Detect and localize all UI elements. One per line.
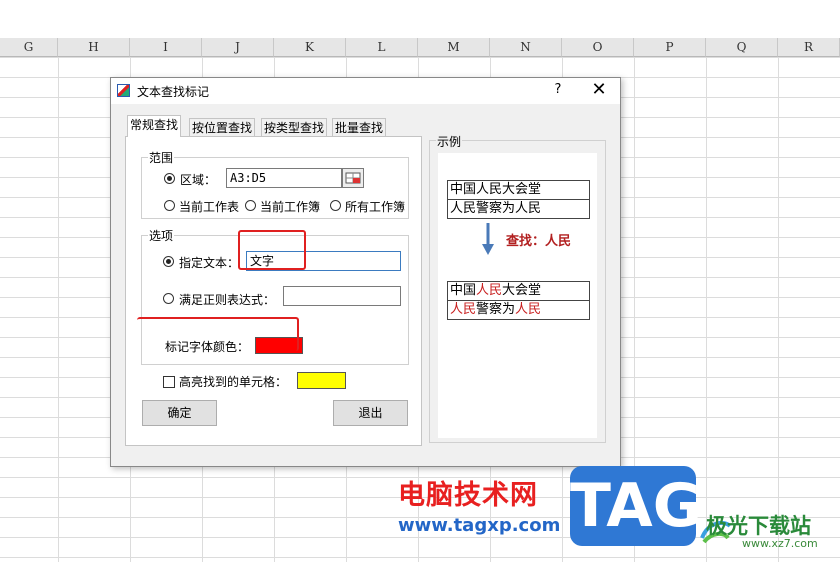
example-after-row-1-a: 中国 xyxy=(450,283,477,298)
column-header-l[interactable]: L xyxy=(346,38,418,57)
example-preview: 中国人民大会堂 人民警察为人民 查找：人民 中国人民大会堂 人民警察为人民 xyxy=(438,153,597,438)
current-sheet-radio[interactable] xyxy=(164,200,175,211)
column-header-h[interactable]: H xyxy=(58,38,130,57)
current-book-label: 当前工作簿 xyxy=(260,200,321,214)
regex-radio[interactable] xyxy=(163,293,174,304)
column-header-i[interactable]: I xyxy=(130,38,202,57)
column-header-o[interactable]: O xyxy=(562,38,634,57)
range-legend: 范围 xyxy=(148,149,175,166)
current-book-radio[interactable] xyxy=(245,200,256,211)
column-header-k[interactable]: K xyxy=(274,38,346,57)
annotation-box-text-input xyxy=(238,230,306,270)
annotation-box-mark-color xyxy=(137,317,299,351)
down-arrow-icon xyxy=(482,223,494,255)
example-after-row-2-a: 人民 xyxy=(450,302,477,317)
all-books-radio[interactable] xyxy=(330,200,341,211)
column-header-g[interactable]: G xyxy=(0,38,58,57)
current-sheet-label: 当前工作表 xyxy=(179,200,240,214)
regex-input[interactable] xyxy=(283,286,401,306)
example-after-row-1-c: 大会堂 xyxy=(502,283,542,298)
app-icon xyxy=(117,84,130,97)
watermark-site-cn: 电脑技术网 xyxy=(398,480,538,511)
regex-label: 满足正则表达式： xyxy=(179,293,276,307)
select-range-icon[interactable] xyxy=(342,168,364,188)
column-header-j[interactable]: J xyxy=(202,38,274,57)
example-group: 示例 中国人民大会堂 人民警察为人民 查找：人民 中国人民大会堂 人民警察为人民 xyxy=(429,133,606,443)
general-find-panel: 范围 区域： A3:D5 当前工作表 当前工作簿 所有工作簿 选项 指定文本： … xyxy=(125,136,422,446)
range-group: 范围 区域： A3:D5 当前工作表 当前工作簿 所有工作簿 xyxy=(141,149,409,219)
dialog-titlebar[interactable]: 文本查找标记 ? ✕ xyxy=(111,78,620,104)
exit-button[interactable]: 退出 xyxy=(333,400,408,426)
highlight-checkbox[interactable] xyxy=(163,376,175,388)
example-after-row-1-b: 人民 xyxy=(476,283,503,298)
example-after-row-2-c: 人民 xyxy=(515,302,542,317)
example-before-row-1: 中国人民大会堂 xyxy=(447,180,590,200)
example-after-row-2: 人民警察为人民 xyxy=(447,300,590,320)
watermark-brand: 极光下载站 xyxy=(706,514,811,538)
highlight-label: 高亮找到的单元格： xyxy=(179,375,288,389)
column-header-m[interactable]: M xyxy=(418,38,490,57)
area-label: 区域： xyxy=(180,173,217,187)
example-after-row-2-b: 警察为 xyxy=(476,302,516,317)
specify-text-radio[interactable] xyxy=(163,256,174,267)
specify-text-label: 指定文本： xyxy=(179,256,240,270)
column-header-r[interactable]: R xyxy=(778,38,840,57)
ok-button[interactable]: 确定 xyxy=(142,400,217,426)
tab-general-find[interactable]: 常规查找 xyxy=(127,115,182,137)
top-blank-area xyxy=(0,0,840,39)
options-legend: 选项 xyxy=(148,227,175,244)
column-header-p[interactable]: P xyxy=(634,38,706,57)
dialog-title: 文本查找标记 xyxy=(137,85,210,99)
help-button[interactable]: ? xyxy=(548,82,568,97)
example-after-row-1: 中国人民大会堂 xyxy=(447,281,590,301)
watermark-site-url: www.tagxp.com xyxy=(398,515,561,536)
example-before-row-2: 人民警察为人民 xyxy=(447,199,590,219)
example-before-table: 中国人民大会堂 人民警察为人民 xyxy=(447,180,590,219)
tab-find-by-position[interactable]: 按位置查找 xyxy=(189,118,256,136)
watermark-tag-logo: TAG xyxy=(570,466,702,546)
highlight-color-swatch[interactable] xyxy=(297,372,346,389)
tab-batch-find[interactable]: 批量查找 xyxy=(332,118,387,136)
area-radio[interactable] xyxy=(164,173,175,184)
text-find-mark-dialog: 文本查找标记 ? ✕ 常规查找 按位置查找 按类型查找 批量查找 范围 区域： … xyxy=(110,77,621,467)
example-legend: 示例 xyxy=(436,133,463,150)
column-header-q[interactable]: Q xyxy=(706,38,778,57)
column-header-n[interactable]: N xyxy=(490,38,562,57)
area-input[interactable]: A3:D5 xyxy=(226,168,342,188)
watermark-brand-url: www.xz7.com xyxy=(742,537,818,550)
example-after-table: 中国人民大会堂 人民警察为人民 xyxy=(447,281,590,320)
example-find-label: 查找：人民 xyxy=(506,234,572,249)
close-button[interactable]: ✕ xyxy=(588,79,610,100)
tab-find-by-type[interactable]: 按类型查找 xyxy=(261,118,328,136)
all-books-label: 所有工作簿 xyxy=(345,200,406,214)
